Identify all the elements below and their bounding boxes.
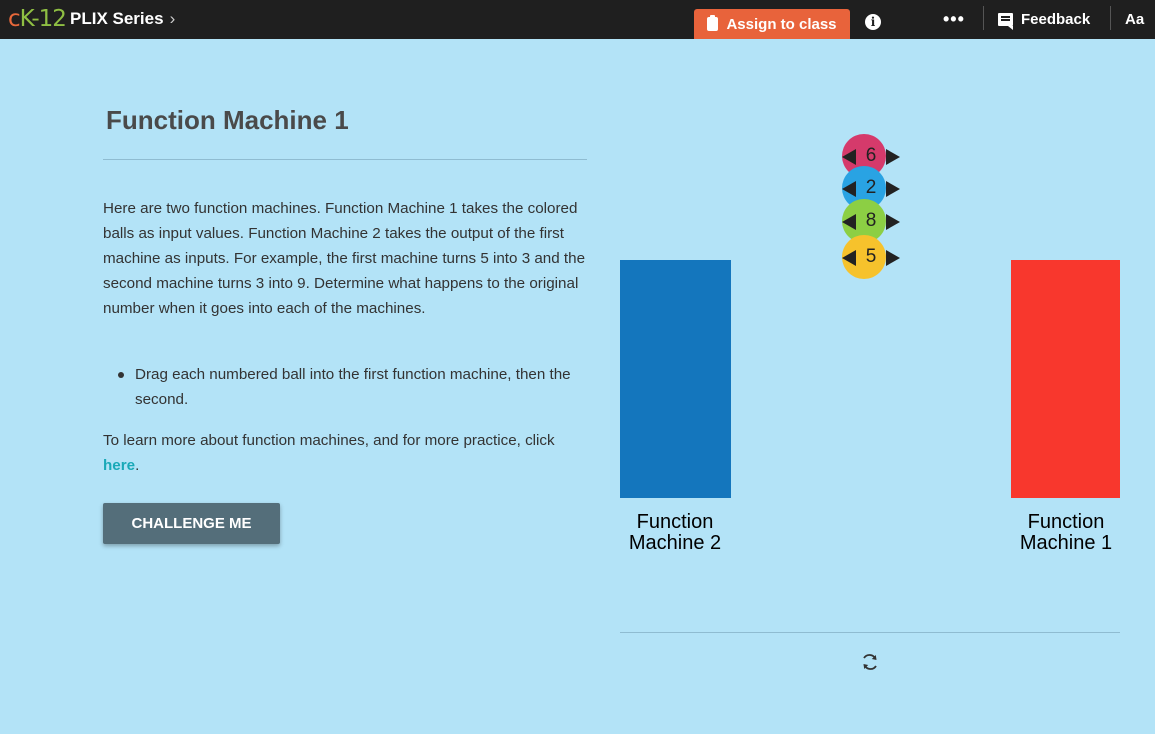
feedback-icon [998, 13, 1013, 30]
here-link[interactable]: here [103, 457, 135, 474]
divider [983, 6, 984, 30]
title-divider [103, 159, 587, 160]
reset-icon[interactable] [860, 652, 880, 672]
bullet-dot [118, 372, 124, 378]
arrow-right-icon [886, 149, 900, 165]
bottom-divider [620, 632, 1120, 633]
more-options-icon[interactable]: ••• [943, 9, 965, 30]
function-machine-1[interactable] [1011, 260, 1120, 498]
learn-more-text: To learn more about function machines, a… [103, 432, 555, 474]
info-icon[interactable]: i [865, 14, 881, 30]
arrow-right-icon [886, 214, 900, 230]
arrow-right-icon [886, 250, 900, 266]
ball-5[interactable]: 5 [842, 235, 900, 279]
instruction-bullet: Drag each numbered ball into the first f… [118, 362, 585, 412]
challenge-me-button[interactable]: CHALLENGE ME [103, 503, 280, 544]
font-size-button[interactable]: Aa [1125, 11, 1144, 28]
feedback-button[interactable]: Feedback [998, 11, 1090, 30]
description-text: Here are two function machines. Function… [103, 200, 586, 317]
top-bar: cK-12 PLIX Series › Assign to class i •••… [0, 0, 1155, 39]
function-machine-1-label: Function Machine 1 [1019, 511, 1113, 554]
plix-series-link[interactable]: PLIX Series › [70, 9, 175, 29]
clipboard-icon [707, 15, 719, 31]
divider [1110, 6, 1111, 30]
arrow-right-icon [886, 181, 900, 197]
ck12-logo[interactable]: cK-12 [8, 6, 67, 32]
assign-to-class-button[interactable]: Assign to class [694, 9, 850, 39]
chevron-right-icon: › [169, 9, 176, 28]
page-title: Function Machine 1 [106, 105, 349, 135]
function-machine-2[interactable] [620, 260, 731, 498]
function-machine-2-label: Function Machine 2 [628, 511, 722, 554]
